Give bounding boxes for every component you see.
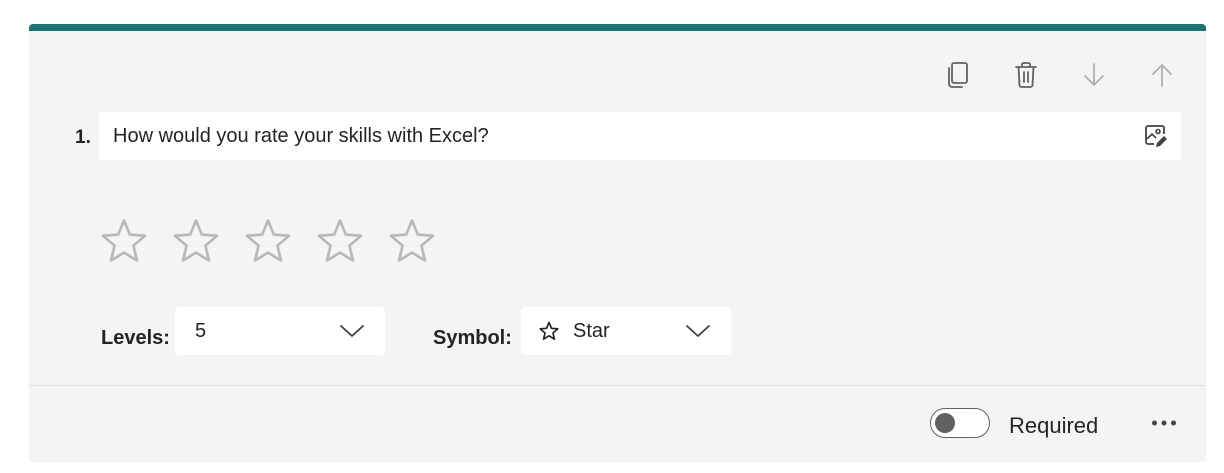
insert-media-button[interactable]	[1141, 121, 1171, 151]
toggle-knob	[935, 413, 955, 433]
star-icon[interactable]	[388, 217, 436, 265]
delete-question-button[interactable]	[1010, 59, 1042, 91]
move-up-button[interactable]	[1146, 59, 1178, 91]
trash-icon	[1015, 62, 1037, 88]
levels-value: 5	[195, 319, 207, 342]
symbol-dropdown[interactable]: Star	[521, 307, 731, 355]
question-title-input[interactable]	[113, 112, 1113, 160]
required-label: Required	[1009, 413, 1099, 438]
arrow-up-icon	[1152, 64, 1172, 87]
move-down-button[interactable]	[1078, 59, 1110, 91]
star-icon[interactable]	[316, 217, 364, 265]
question-toolbar	[942, 59, 1178, 91]
question-number: 1.	[75, 127, 91, 148]
more-options-button[interactable]	[1149, 408, 1179, 438]
levels-label: Levels:	[101, 327, 170, 349]
question-footer: Required	[29, 386, 1206, 462]
star-icon[interactable]	[172, 217, 220, 265]
more-options-icon	[1152, 420, 1176, 426]
levels-dropdown[interactable]: 5	[175, 307, 385, 355]
star-icon[interactable]	[100, 217, 148, 265]
star-icon[interactable]	[244, 217, 292, 265]
chevron-down-icon	[685, 322, 711, 340]
copy-question-button[interactable]	[942, 59, 974, 91]
insert-image-icon	[1145, 125, 1167, 147]
chevron-down-icon	[339, 322, 365, 340]
rating-preview	[100, 217, 436, 265]
required-toggle[interactable]	[930, 408, 990, 438]
symbol-value: Star	[573, 319, 610, 342]
question-title-field[interactable]	[99, 112, 1181, 160]
symbol-label: Symbol:	[433, 327, 512, 349]
question-card[interactable]: 1. Levels: 5	[29, 24, 1206, 462]
star-icon	[539, 321, 559, 341]
copy-icon	[948, 62, 968, 88]
arrow-down-icon	[1084, 63, 1104, 86]
